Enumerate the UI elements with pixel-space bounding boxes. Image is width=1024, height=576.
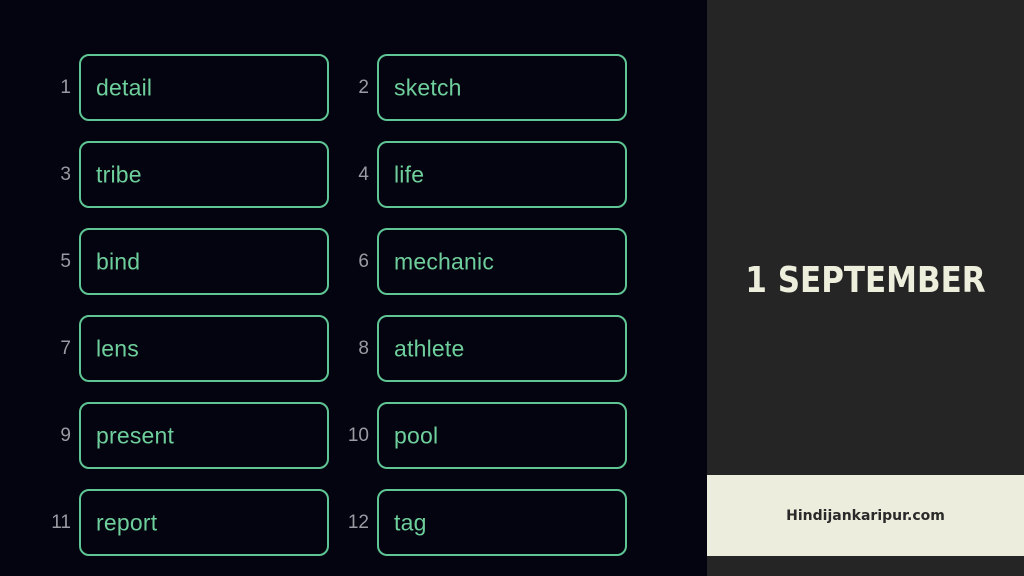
word-box: lens: [79, 315, 329, 382]
word-text: pool: [394, 422, 439, 448]
word-number: 11: [51, 512, 71, 533]
word-grid-panel: 1 detail 2 sketch 3 tribe 4 life 5 bind 6 mechanic 7…: [0, 0, 707, 576]
word-text: athlete: [394, 335, 465, 361]
word-number: 5: [60, 251, 71, 272]
word-text: report: [96, 509, 158, 535]
word-box: present: [79, 402, 329, 469]
word-box: bind: [79, 228, 329, 295]
site-name[interactable]: Hindijankaripur.com: [707, 475, 1024, 556]
site-banner: Hindijankaripur.com: [707, 475, 1024, 556]
word-number: 10: [347, 425, 369, 446]
word-number: 8: [358, 338, 369, 359]
word-number: 4: [358, 164, 369, 185]
word-box: mechanic: [377, 228, 627, 295]
word-box: pool: [377, 402, 627, 469]
word-number: 1: [60, 77, 71, 98]
word-text: detail: [96, 74, 153, 100]
word-box: tribe: [79, 141, 329, 208]
word-text: bind: [96, 248, 141, 274]
word-text: tag: [394, 509, 427, 535]
word-number: 12: [347, 512, 369, 533]
word-number: 9: [60, 425, 71, 446]
word-box: tag: [377, 489, 627, 556]
word-text: lens: [96, 335, 139, 361]
word-box: athlete: [377, 315, 627, 382]
word-box: life: [377, 141, 627, 208]
date-title: 1 SEPTEMBER: [745, 260, 986, 301]
word-number: 3: [60, 164, 71, 185]
word-number: 6: [358, 251, 369, 272]
word-text: tribe: [96, 161, 142, 187]
word-number: 2: [358, 77, 369, 98]
word-text: mechanic: [394, 248, 495, 274]
word-text: present: [96, 422, 175, 448]
word-text: sketch: [394, 74, 462, 100]
word-box: sketch: [377, 54, 627, 121]
word-box: report: [79, 489, 329, 556]
word-number: 7: [60, 338, 71, 359]
word-box: detail: [79, 54, 329, 121]
date-panel: 1 SEPTEMBER Hindijankaripur.com: [707, 0, 1024, 576]
word-text: life: [394, 161, 425, 187]
